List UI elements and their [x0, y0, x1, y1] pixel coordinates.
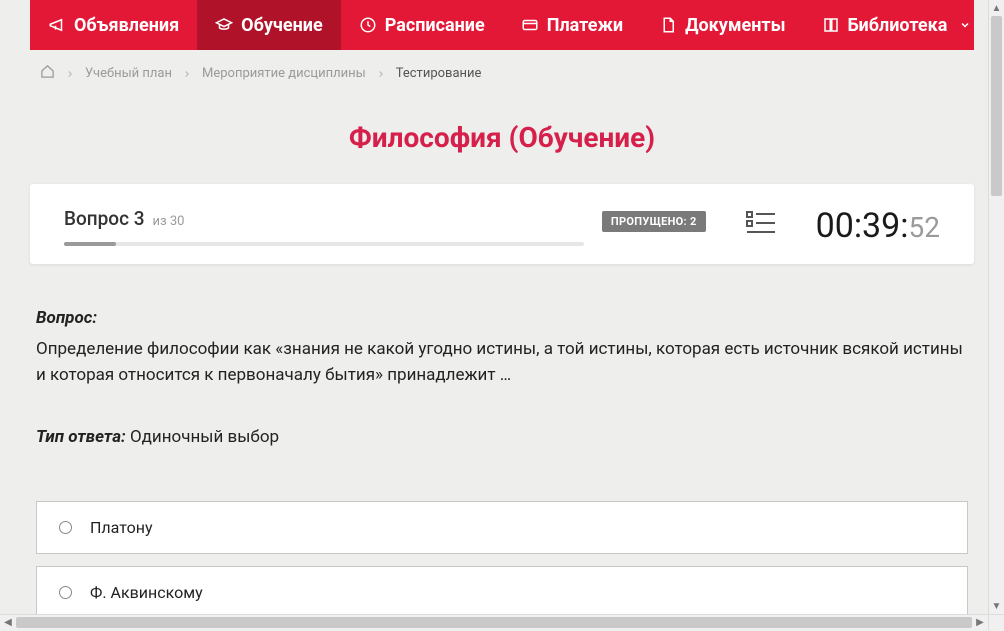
nav-payments[interactable]: Платежи: [503, 0, 641, 50]
book-icon: [822, 16, 840, 34]
page-title: Философия (Обучение): [30, 93, 974, 184]
option-label: Ф. Аквинскому: [90, 583, 203, 602]
question-total: из 30: [153, 214, 185, 229]
nav-label: Обучение: [241, 15, 323, 36]
chevron-right-icon: [376, 69, 386, 79]
nav-label: Расписание: [385, 15, 485, 36]
breadcrumb: Учебный план Мероприятие дисциплины Тест…: [30, 50, 974, 93]
timer: 00:39:52: [816, 206, 940, 246]
nav-label: Платежи: [547, 15, 623, 36]
scroll-left-arrow-icon[interactable]: ◀: [0, 615, 16, 631]
nav-announcements[interactable]: Объявления: [30, 0, 197, 50]
scroll-up-arrow-icon[interactable]: ▲: [989, 0, 1004, 16]
answer-type-label: Тип ответа:: [36, 427, 126, 447]
graduation-cap-icon: [215, 16, 233, 34]
clock-icon: [359, 16, 377, 34]
document-icon: [659, 16, 677, 34]
timer-main: 00:39:: [816, 206, 909, 246]
radio-icon: [59, 521, 72, 534]
chevron-right-icon: [65, 69, 75, 79]
question-list-button[interactable]: [706, 210, 816, 242]
skipped-badge: ПРОПУЩЕНО: 2: [602, 211, 706, 232]
progress-bar: [64, 242, 584, 246]
scroll-thumb[interactable]: [16, 617, 972, 628]
breadcrumb-link[interactable]: Учебный план: [85, 66, 172, 81]
chevron-right-icon: [182, 69, 192, 79]
nav-label: Библиотека: [848, 15, 948, 36]
progress-fill: [64, 242, 116, 246]
nav-label: Объявления: [74, 15, 179, 36]
scroll-down-arrow-icon[interactable]: ▼: [989, 598, 1004, 614]
vertical-scrollbar[interactable]: ▲ ▼: [988, 0, 1004, 614]
nav-schedule[interactable]: Расписание: [341, 0, 503, 50]
question-number: Вопрос 3: [64, 207, 145, 230]
nav-education[interactable]: Обучение: [197, 0, 341, 50]
question-text: Определение философии как «знания не как…: [36, 336, 968, 389]
top-nav: Объявления Обучение Расписание Платежи Д…: [30, 0, 974, 50]
nav-label: Документы: [685, 15, 785, 36]
timer-seconds: 52: [909, 211, 940, 244]
card-icon: [521, 16, 539, 34]
chevron-down-icon: [959, 15, 971, 36]
home-icon[interactable]: [40, 64, 55, 83]
nav-library[interactable]: Библиотека: [804, 0, 990, 50]
radio-icon: [59, 586, 72, 599]
megaphone-icon: [48, 16, 66, 34]
question-body: Вопрос: Определение философии как «знани…: [30, 264, 974, 447]
scroll-thumb[interactable]: [991, 16, 1002, 196]
breadcrumb-link[interactable]: Мероприятие дисциплины: [202, 66, 366, 81]
status-card: Вопрос 3 из 30 ПРОПУЩЕНО: 2 00:39:52: [30, 184, 974, 264]
horizontal-scrollbar[interactable]: ◀ ▶: [0, 614, 988, 630]
answer-type-value: Одиночный выбор: [130, 427, 279, 447]
option-item[interactable]: Ф. Аквинскому: [36, 566, 968, 614]
nav-documents[interactable]: Документы: [641, 0, 803, 50]
answer-type-row: Тип ответа: Одиночный выбор: [36, 427, 968, 447]
breadcrumb-current: Тестирование: [396, 66, 482, 81]
options-list: Платону Ф. Аквинскому: [30, 501, 974, 614]
question-heading: Вопрос:: [36, 308, 968, 328]
option-label: Платону: [90, 518, 153, 537]
option-item[interactable]: Платону: [36, 501, 968, 554]
scrollbar-corner: [988, 614, 1004, 630]
scroll-right-arrow-icon[interactable]: ▶: [972, 615, 988, 631]
